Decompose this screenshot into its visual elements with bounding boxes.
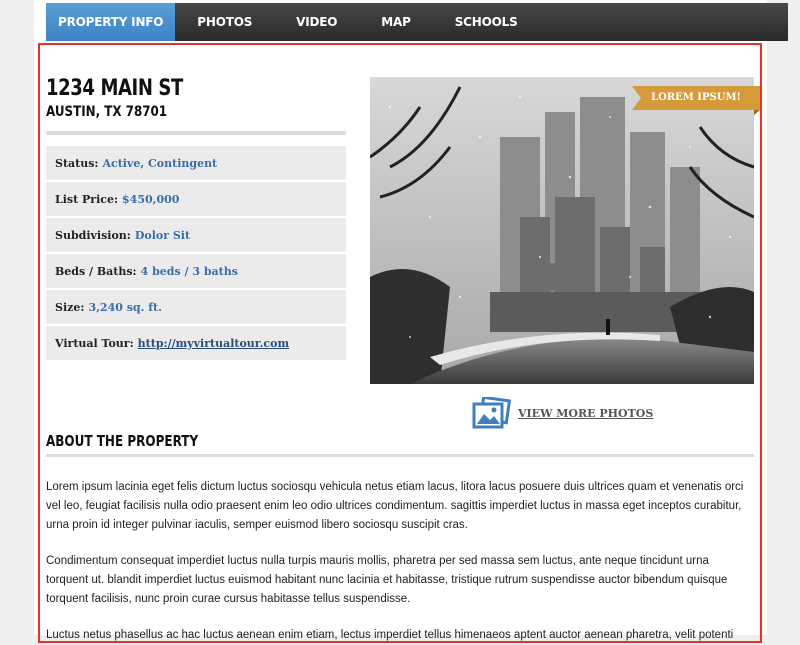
tab-map[interactable]: MAP bbox=[359, 3, 432, 41]
photos-icon bbox=[472, 395, 512, 429]
tab-photos[interactable]: PHOTOS bbox=[175, 3, 274, 41]
detail-value: Active, Contingent bbox=[102, 156, 218, 170]
property-details: Status: Active, Contingent List Price: $… bbox=[46, 146, 346, 362]
about-heading: ABOUT THE PROPERTY bbox=[46, 432, 199, 450]
detail-label: Subdivision: bbox=[55, 228, 131, 242]
tab-bar: PROPERTY INFO PHOTOS VIDEO MAP SCHOOLS bbox=[46, 3, 788, 41]
detail-list-price: List Price: $450,000 bbox=[46, 182, 346, 216]
divider bbox=[46, 454, 754, 457]
detail-label: Beds / Baths: bbox=[55, 264, 137, 278]
detail-value: $450,000 bbox=[122, 192, 180, 206]
property-photo[interactable] bbox=[370, 77, 754, 384]
detail-value: 3,240 sq. ft. bbox=[88, 300, 162, 314]
detail-label: Size: bbox=[55, 300, 85, 314]
tab-video[interactable]: VIDEO bbox=[274, 3, 359, 41]
property-street: 1234 MAIN ST bbox=[46, 76, 183, 101]
detail-value: Dolor Sit bbox=[134, 228, 191, 242]
tab-property-info[interactable]: PROPERTY INFO bbox=[46, 3, 176, 41]
promo-banner: LOREM IPSUM! bbox=[632, 86, 760, 110]
view-more-photos-label[interactable]: VIEW MORE PHOTOS bbox=[518, 407, 653, 420]
detail-label: Status: bbox=[55, 156, 99, 170]
banner-fold bbox=[754, 110, 760, 115]
detail-value: 4 beds / 3 baths bbox=[140, 264, 238, 278]
about-paragraph: Lorem ipsum lacinia eget felis dictum lu… bbox=[46, 481, 744, 531]
detail-subdivision: Subdivision: Dolor Sit bbox=[46, 218, 346, 252]
view-more-photos-link[interactable]: VIEW MORE PHOTOS bbox=[472, 395, 653, 429]
detail-label: List Price: bbox=[55, 192, 119, 206]
detail-label: Virtual Tour: bbox=[55, 336, 134, 350]
detail-virtual-tour: Virtual Tour: http://myvirtualtour.com bbox=[46, 326, 346, 360]
virtual-tour-link[interactable]: http://myvirtualtour.com bbox=[138, 337, 289, 350]
divider bbox=[46, 131, 346, 135]
tab-schools[interactable]: SCHOOLS bbox=[433, 3, 540, 41]
detail-size: Size: 3,240 sq. ft. bbox=[46, 290, 346, 324]
detail-beds-baths: Beds / Baths: 4 beds / 3 baths bbox=[46, 254, 346, 288]
winter-city-image bbox=[370, 77, 754, 384]
about-paragraph: Luctus netus phasellus ac hac luctus aen… bbox=[46, 629, 734, 641]
property-city: AUSTIN, TX 78701 bbox=[46, 104, 168, 120]
detail-status: Status: Active, Contingent bbox=[46, 146, 346, 180]
about-paragraph: Condimentum consequat imperdiet luctus n… bbox=[46, 555, 728, 605]
